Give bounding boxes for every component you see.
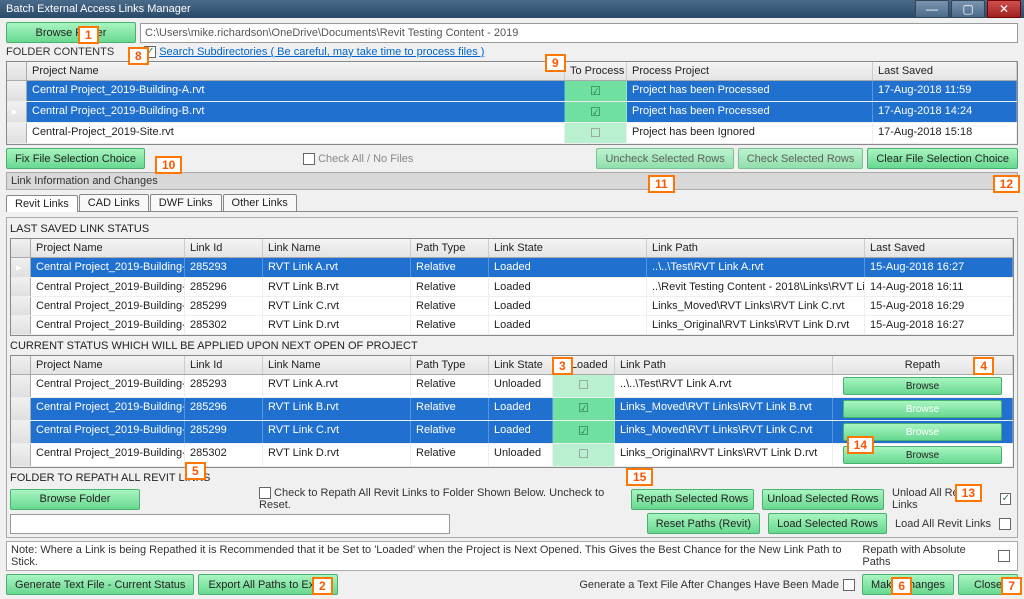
callout-1: 1 xyxy=(78,26,99,44)
repath-title: FOLDER TO REPATH ALL REVIT LINKS xyxy=(10,472,1014,484)
col-ls-proj[interactable]: Project Name xyxy=(31,239,185,257)
callout-8: 8 xyxy=(128,47,149,65)
app-window: Batch External Access Links Manager — ▢ … xyxy=(0,0,1024,569)
gen-after-checkbox[interactable] xyxy=(843,579,855,591)
callout-7: 7 xyxy=(1001,577,1022,595)
col-to-process[interactable]: To Process xyxy=(565,62,627,80)
gen-after-label: Generate a Text File After Changes Have … xyxy=(579,579,839,591)
folder-row[interactable]: Central Project_2019-Building-A.rvt Proj… xyxy=(7,81,1017,102)
col-cs-proj[interactable]: Project Name xyxy=(31,356,185,374)
current-status-title: CURRENT STATUS WHICH WILL BE APPLIED UPO… xyxy=(10,340,1014,352)
tab-revit-links[interactable]: Revit Links xyxy=(6,195,78,212)
uncheck-rows-button[interactable]: Uncheck Selected Rows xyxy=(596,148,733,169)
repath-all-checkbox[interactable] xyxy=(259,487,271,499)
repath-abs-checkbox[interactable] xyxy=(998,550,1010,562)
callout-6: 6 xyxy=(891,577,912,595)
last-saved-row[interactable]: Central Project_2019-Building-A.rvt28529… xyxy=(11,297,1013,316)
last-saved-title: LAST SAVED LINK STATUS xyxy=(10,223,1014,235)
col-cs-lid[interactable]: Link Id xyxy=(185,356,263,374)
callout-14: 14 xyxy=(847,436,874,454)
search-subdirs-link[interactable]: Search Subdirectories ( Be careful, may … xyxy=(159,46,484,58)
callout-12: 12 xyxy=(993,175,1020,193)
tab-cad-links[interactable]: CAD Links xyxy=(79,194,149,211)
col-cs-ptype[interactable]: Path Type xyxy=(411,356,489,374)
folder-path-field[interactable]: C:\Users\mike.richardson\OneDrive\Docume… xyxy=(140,23,1018,43)
reset-paths-button[interactable]: Reset Paths (Revit) xyxy=(647,513,760,534)
current-row[interactable]: Central Project_2019-Building-A.rvt28529… xyxy=(11,375,1013,398)
repath-folder-field[interactable] xyxy=(10,514,450,534)
unload-selected-button[interactable]: Unload Selected Rows xyxy=(762,489,884,510)
last-saved-grid: Project Name Link Id Link Name Path Type… xyxy=(10,238,1014,336)
checkall-checkbox[interactable] xyxy=(303,153,315,165)
callout-13: 13 xyxy=(955,484,982,502)
minimize-button[interactable]: — xyxy=(915,0,949,18)
load-all-checkbox[interactable] xyxy=(999,518,1011,530)
load-selected-button[interactable]: Load Selected Rows xyxy=(768,513,887,534)
load-all-label: Load All Revit Links xyxy=(895,518,991,530)
tab-dwf-links[interactable]: DWF Links xyxy=(150,194,222,211)
callout-3: 3 xyxy=(552,357,573,375)
repath-browse-button[interactable]: Browse Folder xyxy=(10,489,140,510)
folder-contents-label: FOLDER CONTENTS xyxy=(6,46,114,58)
folder-row[interactable]: ▸ Central Project_2019-Building-B.rvt Pr… xyxy=(7,102,1017,123)
col-process-project[interactable]: Process Project xyxy=(627,62,873,80)
col-last-saved[interactable]: Last Saved xyxy=(873,62,1017,80)
checkall-label: Check All / No Files xyxy=(318,153,413,165)
window-controls: — ▢ ✕ xyxy=(915,0,1024,18)
folder-row[interactable]: Central-Project_2019-Site.rvt Project ha… xyxy=(7,123,1017,144)
callout-2: 2 xyxy=(312,577,333,595)
callout-9: 9 xyxy=(545,54,566,72)
repath-abs-label: Repath with Absolute Paths xyxy=(862,544,994,568)
browse-link-button[interactable]: Browse xyxy=(843,400,1002,418)
col-ls-lpath[interactable]: Link Path xyxy=(647,239,865,257)
folder-contents-grid: Project Name To Process Process Project … xyxy=(6,61,1018,145)
maximize-button[interactable]: ▢ xyxy=(951,0,985,18)
repath-all-label: Check to Repath All Revit Links to Folde… xyxy=(259,487,604,511)
col-project-name[interactable]: Project Name xyxy=(27,62,565,80)
callout-5: 5 xyxy=(185,462,206,480)
window-title: Batch External Access Links Manager xyxy=(6,3,191,15)
footer-note: Note: Where a Link is being Repathed it … xyxy=(11,544,854,568)
last-saved-row[interactable]: Central Project_2019-Building-A.rvt28530… xyxy=(11,316,1013,335)
col-cs-lpath[interactable]: Link Path xyxy=(615,356,833,374)
last-saved-row[interactable]: ▸ Central Project_2019-Building-A.rvt285… xyxy=(11,258,1013,278)
close-button[interactable]: ✕ xyxy=(987,0,1021,18)
col-cs-state[interactable]: Link State xyxy=(489,356,553,374)
last-saved-row[interactable]: Central Project_2019-Building-A.rvt28529… xyxy=(11,278,1013,297)
col-ls-lid[interactable]: Link Id xyxy=(185,239,263,257)
col-ls-saved[interactable]: Last Saved xyxy=(865,239,1013,257)
callout-11: 11 xyxy=(648,175,675,193)
browse-link-button[interactable]: Browse xyxy=(843,377,1002,395)
clear-file-selection-button[interactable]: Clear File Selection Choice xyxy=(867,148,1018,169)
browse-folder-button[interactable]: Browse Folder xyxy=(6,22,136,43)
callout-15: 15 xyxy=(626,468,653,486)
link-info-label: Link Information and Changes xyxy=(6,172,1018,190)
link-tabs: Revit Links CAD Links DWF Links Other Li… xyxy=(6,194,1018,212)
col-ls-lname[interactable]: Link Name xyxy=(263,239,411,257)
tab-other-links[interactable]: Other Links xyxy=(223,194,297,211)
col-ls-ptype[interactable]: Path Type xyxy=(411,239,489,257)
fix-file-selection-button[interactable]: Fix File Selection Choice xyxy=(6,148,145,169)
col-ls-state[interactable]: Link State xyxy=(489,239,647,257)
generate-text-button[interactable]: Generate Text File - Current Status xyxy=(6,574,194,595)
callout-10: 10 xyxy=(155,156,182,174)
current-row[interactable]: Central Project_2019-Building-A.rvt28529… xyxy=(11,398,1013,421)
callout-4: 4 xyxy=(973,357,994,375)
repath-selected-button[interactable]: Repath Selected Rows xyxy=(631,489,754,510)
check-rows-button[interactable]: Check Selected Rows xyxy=(738,148,864,169)
titlebar: Batch External Access Links Manager — ▢ … xyxy=(0,0,1024,18)
col-cs-lname[interactable]: Link Name xyxy=(263,356,411,374)
unload-all-checkbox[interactable] xyxy=(1000,493,1011,505)
